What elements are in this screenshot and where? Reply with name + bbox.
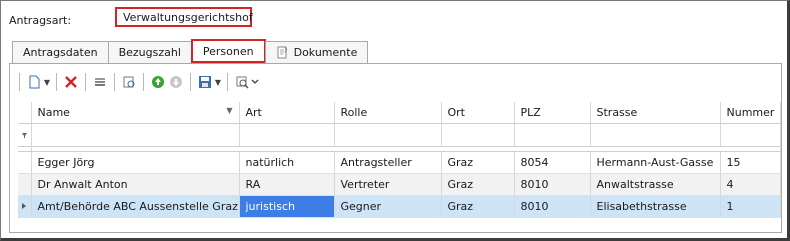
new-document-icon[interactable] — [25, 73, 43, 91]
filter-cell-strasse[interactable] — [590, 123, 721, 147]
cell-strasse[interactable]: Anwaltstrasse — [590, 173, 721, 196]
antragsart-value: Verwaltungsgerichtshof — [123, 10, 253, 24]
cell-plz[interactable]: 8054 — [514, 151, 591, 174]
toolbar-separator — [190, 73, 191, 91]
filter-cell-nummer[interactable] — [720, 123, 781, 147]
cell-nummer[interactable]: 1 — [720, 195, 781, 218]
table-row-selected[interactable]: Amt/Behörde ABC Aussenstelle Graz jurist… — [18, 195, 781, 218]
cell-rolle[interactable]: Vertreter — [334, 173, 442, 196]
filter-row-icon — [18, 123, 32, 147]
move-up-icon[interactable] — [149, 73, 167, 91]
cell-ort[interactable]: Graz — [441, 173, 515, 196]
row-indicator — [18, 173, 32, 196]
move-down-icon[interactable] — [167, 73, 185, 91]
cell-rolle[interactable]: Gegner — [334, 195, 442, 218]
column-header-strasse[interactable]: Strasse — [590, 102, 721, 124]
filter-cell-art[interactable] — [239, 123, 335, 147]
toolbar-separator — [227, 73, 228, 91]
cell-name[interactable]: Egger Jörg — [31, 151, 240, 174]
save-dropdown-caret[interactable]: ▼ — [214, 73, 222, 91]
cell-ort[interactable]: Graz — [441, 151, 515, 174]
cell-rolle[interactable]: Antragsteller — [334, 151, 442, 174]
cell-art[interactable]: RA — [239, 173, 335, 196]
cell-plz[interactable]: 8010 — [514, 173, 591, 196]
tab-bezugszahl[interactable]: Bezugszahl — [107, 41, 192, 63]
cell-art-focused[interactable]: juristisch — [239, 195, 335, 218]
stack-icon[interactable] — [91, 73, 109, 91]
column-header-name[interactable]: Name ▼ — [31, 102, 240, 124]
print-preview-icon[interactable] — [120, 73, 138, 91]
antragsart-label: Antragsart: — [9, 13, 72, 27]
column-header-rolle[interactable]: Rolle — [334, 102, 442, 124]
tab-bar: Antragsdaten Bezugszahl Personen Dokumen… — [12, 39, 369, 63]
save-icon[interactable] — [196, 73, 214, 91]
window-frame: Antragsart: Verwaltungsgerichtshof Antra… — [0, 0, 790, 241]
filter-cell-name[interactable] — [31, 123, 240, 147]
cell-nummer[interactable]: 4 — [720, 173, 781, 196]
new-dropdown-caret[interactable]: ▼ — [43, 73, 51, 91]
row-indicator — [18, 151, 32, 174]
personen-grid: Name▼ Art Rolle Ort PLZ Strasse Nummer — [18, 102, 781, 218]
toolbar-separator — [114, 73, 115, 91]
tab-dokumente[interactable]: Dokumente — [264, 41, 369, 63]
personen-panel: ▼ ▼ Name ▼ Art Rolle Ort PLZ Strasse Num… — [9, 63, 782, 233]
filter-cell-rolle[interactable] — [334, 123, 442, 147]
row-indicator-arrow-icon — [18, 195, 32, 218]
cell-plz[interactable]: 8010 — [514, 195, 591, 218]
column-header-nummer[interactable]: Nummer — [720, 102, 781, 124]
filter-dropdown-chevron-icon[interactable] — [251, 73, 259, 91]
table-row[interactable]: Egger Jörg natürlich Antragsteller Graz … — [18, 151, 781, 174]
cell-art[interactable]: natürlich — [239, 151, 335, 174]
personen-table: Name▼ Art Rolle Ort PLZ Strasse Nummer — [18, 102, 781, 218]
cell-name[interactable]: Amt/Behörde ABC Aussenstelle Graz — [31, 195, 240, 218]
cell-ort[interactable]: Graz — [441, 195, 515, 218]
sort-chevron-icon: ▼ — [226, 106, 233, 115]
filter-icon[interactable] — [233, 73, 251, 91]
filter-row — [18, 123, 781, 147]
paperclip-document-icon — [277, 46, 287, 59]
filter-cell-plz[interactable] — [514, 123, 591, 147]
cell-name[interactable]: Dr Anwalt Anton — [31, 173, 240, 196]
column-header-plz[interactable]: PLZ — [514, 102, 591, 124]
cell-nummer[interactable]: 15 — [720, 151, 781, 174]
tab-personen[interactable]: Personen — [190, 39, 266, 63]
delete-icon[interactable] — [62, 73, 80, 91]
cell-strasse[interactable]: Elisabethstrasse — [590, 195, 721, 218]
column-header-art[interactable]: Art — [239, 102, 335, 124]
toolbar-separator — [143, 73, 144, 91]
toolbar-grip — [19, 73, 20, 91]
antragsart-row: Antragsart: Verwaltungsgerichtshof — [9, 7, 253, 31]
cell-strasse[interactable]: Hermann-Aust-Gasse — [590, 151, 721, 174]
toolbar-separator — [56, 73, 57, 91]
row-indicator-header — [18, 102, 32, 124]
tab-antragsdaten[interactable]: Antragsdaten — [12, 41, 109, 63]
toolbar: ▼ ▼ — [14, 69, 259, 95]
filter-cell-ort[interactable] — [441, 123, 515, 147]
column-header-ort[interactable]: Ort — [441, 102, 515, 124]
table-row[interactable]: Dr Anwalt Anton RA Vertreter Graz 8010 A… — [18, 173, 781, 196]
antragsart-field[interactable]: Verwaltungsgerichtshof — [115, 7, 253, 27]
toolbar-separator — [85, 73, 86, 91]
